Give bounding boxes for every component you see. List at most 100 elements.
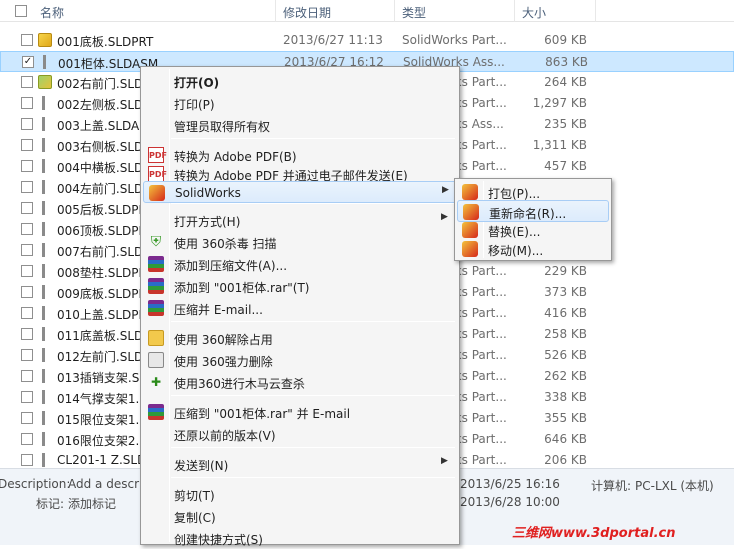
- row-checkbox[interactable]: [21, 139, 33, 151]
- drawing-icon: [42, 411, 50, 425]
- row-checkbox[interactable]: [21, 370, 33, 382]
- menu-item[interactable]: SolidWorks ▶: [143, 181, 457, 203]
- tags-field[interactable]: 添加标记: [68, 495, 116, 512]
- menu-item[interactable]: 创建快捷方式(S): [143, 527, 457, 549]
- column-divider[interactable]: [595, 0, 596, 22]
- row-checkbox[interactable]: [21, 265, 33, 277]
- file-name: 004中横板.SLD: [57, 161, 144, 175]
- menu-item[interactable]: ✚ 使用360进行木马云查杀: [143, 371, 457, 393]
- menu-item-label: 还原以前的版本(V): [174, 429, 276, 443]
- assembly-icon: [38, 75, 52, 89]
- file-size: 416 KB: [544, 306, 587, 320]
- menu-item-label: SolidWorks: [175, 186, 241, 200]
- column-divider[interactable]: [394, 0, 395, 22]
- file-date: 2013/6/27 11:13: [283, 33, 383, 47]
- menu-item[interactable]: 使用 360解除占用: [143, 327, 457, 349]
- drawing-icon: [42, 201, 50, 215]
- solidworks-icon: [149, 185, 165, 201]
- file-name: 016限位支架2.S: [57, 434, 147, 448]
- row-checkbox[interactable]: [21, 412, 33, 424]
- column-header-type[interactable]: 类型: [402, 4, 426, 21]
- description-field[interactable]: Add a descr: [68, 477, 139, 491]
- drawing-icon: [42, 243, 50, 257]
- menu-item[interactable]: 打开(O): [143, 70, 457, 92]
- file-size: 1,311 KB: [532, 138, 587, 152]
- file-row[interactable]: 001底板.SLDPRT 2013/6/27 11:13 SolidWorks Pa…: [0, 30, 734, 51]
- row-checkbox[interactable]: [21, 286, 33, 298]
- file-name: 010上盖.SLDPF: [57, 308, 146, 322]
- column-divider[interactable]: [275, 0, 276, 22]
- menu-item-label: 添加到 "001柜体.rar"(T): [174, 281, 310, 295]
- winrar-icon: [148, 256, 164, 272]
- drawing-icon: [42, 180, 50, 194]
- menu-separator: [171, 447, 455, 448]
- menu-item[interactable]: 发送到(N) ▶: [143, 453, 457, 475]
- column-header-name[interactable]: 名称: [40, 4, 64, 21]
- file-name: 007右前门.SLD: [57, 245, 144, 259]
- row-checkbox[interactable]: [21, 433, 33, 445]
- file-name: 013插销支架.SL: [57, 371, 147, 385]
- description-label: Description:: [0, 477, 71, 491]
- row-checkbox[interactable]: [21, 454, 33, 466]
- file-size: 526 KB: [544, 348, 587, 362]
- menu-item[interactable]: 管理员取得所有权: [143, 114, 457, 136]
- computer-label: 计算机:: [591, 479, 632, 493]
- file-size: 262 KB: [544, 369, 587, 383]
- row-checkbox[interactable]: [21, 97, 33, 109]
- drawing-icon: [42, 432, 50, 446]
- menu-item[interactable]: ⛨ 使用 360杀毒 扫描: [143, 231, 457, 253]
- file-size: 457 KB: [544, 159, 587, 173]
- menu-item[interactable]: 移动(M)...: [457, 238, 609, 260]
- menu-separator: [171, 203, 455, 204]
- row-checkbox[interactable]: [21, 34, 33, 46]
- row-checkbox[interactable]: [21, 181, 33, 193]
- row-checkbox[interactable]: [21, 160, 33, 172]
- menu-item[interactable]: 复制(C): [143, 505, 457, 527]
- menu-item[interactable]: 添加到压缩文件(A)...: [143, 253, 457, 275]
- column-header-date[interactable]: 修改日期: [283, 4, 331, 21]
- submenu-arrow-icon: ▶: [442, 185, 449, 195]
- row-checkbox[interactable]: [21, 76, 33, 88]
- row-checkbox[interactable]: [21, 349, 33, 361]
- menu-item-label: 添加到压缩文件(A)...: [174, 259, 288, 273]
- row-checkbox[interactable]: [21, 391, 33, 403]
- solidworks-icon: [462, 222, 478, 238]
- shredder-icon: [148, 352, 164, 368]
- column-divider[interactable]: [514, 0, 515, 22]
- winrar-icon: [148, 300, 164, 316]
- drawing-icon: [42, 264, 50, 278]
- file-name: 003右侧板.SLD: [57, 140, 144, 154]
- column-header-size[interactable]: 大小: [522, 4, 546, 21]
- file-name: 001底板.SLDPRT: [57, 35, 154, 49]
- menu-item[interactable]: 添加到 "001柜体.rar"(T): [143, 275, 457, 297]
- row-checkbox[interactable]: ✓: [22, 56, 34, 68]
- menu-item[interactable]: 剪切(T): [143, 483, 457, 505]
- menu-item-label: 使用 360杀毒 扫描: [174, 237, 277, 251]
- menu-item[interactable]: 还原以前的版本(V): [143, 423, 457, 445]
- menu-item-label: 压缩到 "001柜体.rar" 并 E-mail: [174, 407, 351, 421]
- drawing-icon: [43, 55, 51, 69]
- pdf-icon: PDF: [148, 166, 167, 182]
- file-name: 008垫柱.SLDPF: [57, 266, 146, 280]
- menu-item[interactable]: 打印(P): [143, 92, 457, 114]
- row-checkbox[interactable]: [21, 223, 33, 235]
- drawing-icon: [42, 327, 50, 341]
- computer-value: PC-LXL (本机): [635, 479, 714, 493]
- menu-item[interactable]: 压缩并 E-mail...: [143, 297, 457, 319]
- menu-item[interactable]: 打开方式(H) ▶: [143, 209, 457, 231]
- row-checkbox[interactable]: [21, 244, 33, 256]
- row-checkbox[interactable]: [21, 328, 33, 340]
- menu-item-label: 发送到(N): [174, 459, 229, 473]
- file-type: SolidWorks Part...: [402, 33, 507, 47]
- row-checkbox[interactable]: [21, 118, 33, 130]
- file-name: 011底盖板.SLD: [57, 329, 144, 343]
- row-checkbox[interactable]: [21, 202, 33, 214]
- menu-item[interactable]: 使用 360强力删除: [143, 349, 457, 371]
- file-size: 264 KB: [544, 75, 587, 89]
- file-name: 014气撑支架1.S: [57, 392, 147, 406]
- pdf-icon: PDF: [148, 147, 167, 163]
- select-all-checkbox[interactable]: [15, 5, 27, 17]
- menu-item[interactable]: 压缩到 "001柜体.rar" 并 E-mail: [143, 401, 457, 423]
- row-checkbox[interactable]: [21, 307, 33, 319]
- file-name: CL201-1 Z.SLD: [57, 453, 147, 467]
